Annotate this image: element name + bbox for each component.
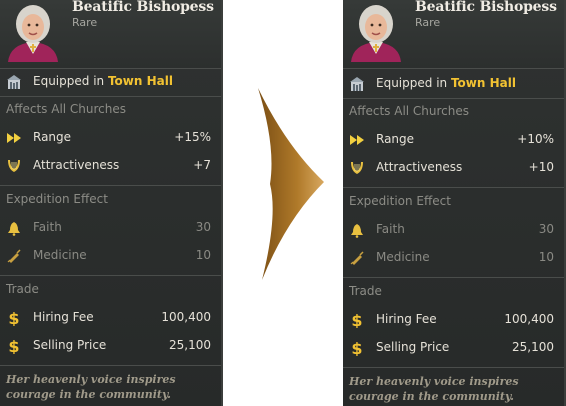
trade-value: 100,400 — [504, 312, 554, 326]
trade-header: Trade — [6, 282, 39, 296]
trade-value: 25,100 — [169, 338, 211, 352]
trade-label: Selling Price — [376, 340, 450, 354]
dollar-icon: $ — [8, 310, 19, 326]
stat-row-attractiveness: Attractiveness +10 — [343, 157, 564, 179]
expedition-value: 10 — [538, 250, 554, 264]
stat-label: Range — [376, 132, 415, 146]
affects-header: Affects All Churches — [6, 102, 127, 116]
stat-label: Range — [33, 130, 72, 144]
equipped-row: Equipped in Town Hall — [343, 73, 564, 95]
rarity-label: Rare — [72, 16, 98, 29]
stat-value: +10 — [528, 160, 554, 174]
bishopess-portrait-icon — [351, 5, 401, 62]
card-title: Beatific Bishopess — [72, 0, 214, 15]
rarity-label: Rare — [415, 16, 441, 29]
card-title: Beatific Bishopess — [415, 0, 557, 15]
expedition-label: Medicine — [376, 250, 430, 264]
bell-icon — [8, 222, 20, 236]
stat-label: Attractiveness — [33, 158, 120, 172]
equipped-prefix: Equipped in — [376, 76, 448, 90]
item-card-after: Beatific Bishopess Rare Equipped in Town… — [343, 0, 566, 406]
svg-text:$: $ — [351, 340, 362, 356]
bishopess-portrait-icon — [8, 5, 58, 62]
card-header: Beatific Bishopess Rare — [343, 0, 564, 68]
arrow-right-icon — [258, 88, 324, 280]
dollar-icon: $ — [351, 340, 362, 356]
expedition-row-faith: Faith 30 — [343, 219, 564, 241]
trade-row-selling-price: $ Selling Price 25,100 — [0, 335, 221, 357]
trade-header: Trade — [349, 284, 382, 298]
expedition-label: Faith — [376, 222, 405, 236]
expedition-header: Expedition Effect — [349, 194, 451, 208]
town-hall-icon — [7, 75, 21, 89]
syringe-icon — [350, 251, 364, 265]
equipped-building: Town Hall — [107, 74, 173, 88]
stat-row-attractiveness: Attractiveness +7 — [0, 155, 221, 177]
expedition-value: 30 — [195, 220, 211, 234]
card-header: Beatific Bishopess Rare — [0, 0, 221, 68]
svg-text:$: $ — [8, 338, 19, 354]
dollar-icon: $ — [8, 338, 19, 354]
trade-row-selling-price: $ Selling Price 25,100 — [343, 337, 564, 359]
expedition-label: Faith — [33, 220, 62, 234]
double-arrow-icon — [7, 133, 21, 143]
expedition-header: Expedition Effect — [6, 192, 108, 206]
trade-label: Hiring Fee — [33, 310, 94, 324]
equipped-prefix: Equipped in — [33, 74, 105, 88]
lyre-icon — [351, 162, 363, 174]
expedition-value: 30 — [538, 222, 554, 236]
trade-label: Hiring Fee — [376, 312, 437, 326]
expedition-row-faith: Faith 30 — [0, 217, 221, 239]
expedition-label: Medicine — [33, 248, 87, 262]
trade-label: Selling Price — [33, 338, 107, 352]
bell-icon — [351, 224, 363, 238]
svg-text:$: $ — [351, 312, 362, 328]
dollar-icon: $ — [351, 312, 362, 328]
trade-row-hiring-fee: $ Hiring Fee 100,400 — [343, 309, 564, 331]
stat-value: +7 — [193, 158, 211, 172]
expedition-value: 10 — [195, 248, 211, 262]
trade-value: 25,100 — [512, 340, 554, 354]
stat-row-range: Range +10% — [343, 129, 564, 151]
town-hall-icon — [350, 77, 364, 91]
trade-value: 100,400 — [161, 310, 211, 324]
stat-row-range: Range +15% — [0, 127, 221, 149]
stat-value: +15% — [174, 130, 211, 144]
stat-label: Attractiveness — [376, 160, 463, 174]
flavor-text: Her heavenly voice inspires courage in t… — [6, 373, 176, 401]
expedition-row-medicine: Medicine 10 — [343, 247, 564, 269]
trade-row-hiring-fee: $ Hiring Fee 100,400 — [0, 307, 221, 329]
expedition-row-medicine: Medicine 10 — [0, 245, 221, 267]
svg-text:$: $ — [8, 310, 19, 326]
syringe-icon — [7, 249, 21, 263]
equipped-building: Town Hall — [450, 76, 516, 90]
stat-value: +10% — [517, 132, 554, 146]
item-card-before: Beatific Bishopess Rare Equipped in Town… — [0, 0, 223, 406]
lyre-icon — [8, 160, 20, 172]
flavor-text: Her heavenly voice inspires courage in t… — [349, 375, 519, 403]
affects-header: Affects All Churches — [349, 104, 470, 118]
equipped-row: Equipped in Town Hall — [0, 71, 221, 93]
double-arrow-icon — [350, 135, 364, 145]
